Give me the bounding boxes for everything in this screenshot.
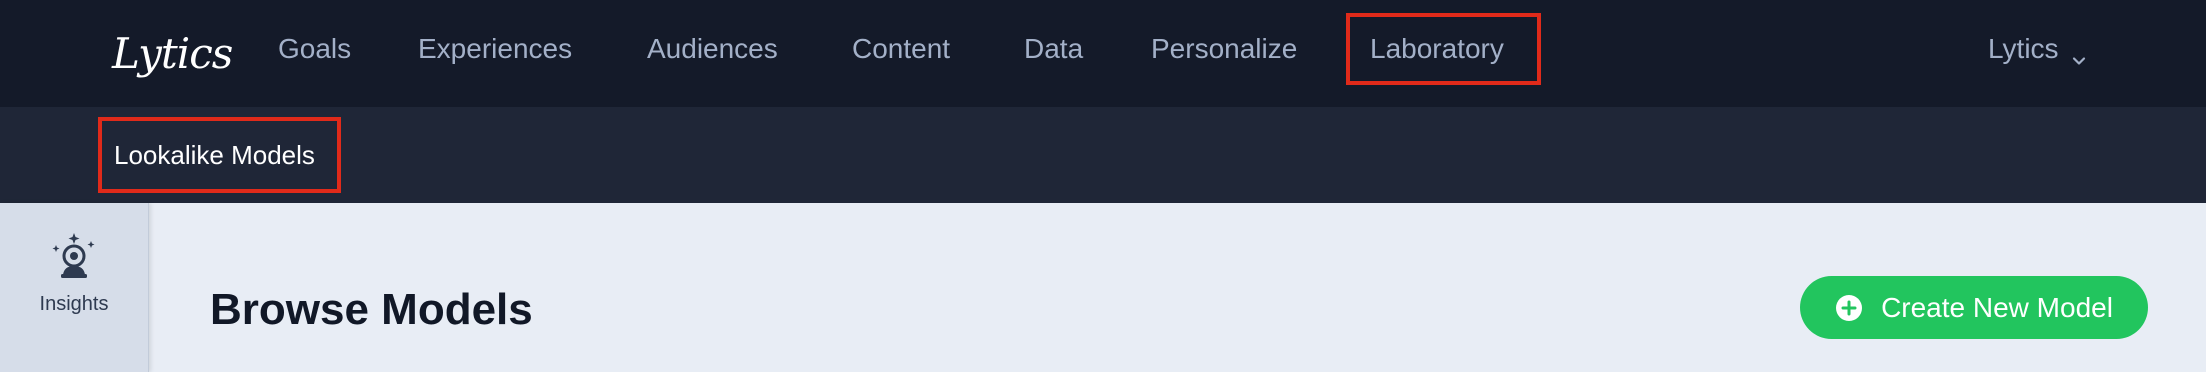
plus-circle-icon: [1835, 294, 1863, 322]
account-label: Lytics: [1988, 33, 2059, 64]
nav-item-personalize[interactable]: Personalize: [1151, 28, 1297, 70]
subnav-item-lookalike-models[interactable]: Lookalike Models: [114, 135, 315, 175]
nav-item-goals[interactable]: Goals: [278, 28, 351, 70]
create-new-model-button[interactable]: Create New Model: [1800, 276, 2148, 339]
nav-item-data[interactable]: Data: [1024, 28, 1083, 70]
laboratory-highlight-box: [1346, 13, 1541, 85]
chevron-down-icon: [2071, 44, 2087, 65]
nav-item-content[interactable]: Content: [852, 28, 950, 70]
sidebar-item-insights[interactable]: Insights: [0, 231, 148, 341]
account-menu[interactable]: Lytics: [1988, 28, 2087, 70]
lytics-logo[interactable]: Lytics: [112, 18, 233, 88]
nav-item-audiences[interactable]: Audiences: [647, 28, 778, 70]
page-title: Browse Models: [210, 285, 533, 334]
nav-item-experiences[interactable]: Experiences: [418, 28, 572, 70]
side-rail: Insights: [0, 203, 149, 372]
sidebar-item-label: Insights: [39, 293, 109, 315]
sub-nav-bar: Lookalike Models: [0, 107, 2206, 203]
crystal-ball-icon: [48, 231, 100, 283]
top-nav-bar: Lytics Goals Experiences Audiences Conte…: [0, 0, 2206, 107]
create-new-model-label: Create New Model: [1881, 291, 2113, 323]
